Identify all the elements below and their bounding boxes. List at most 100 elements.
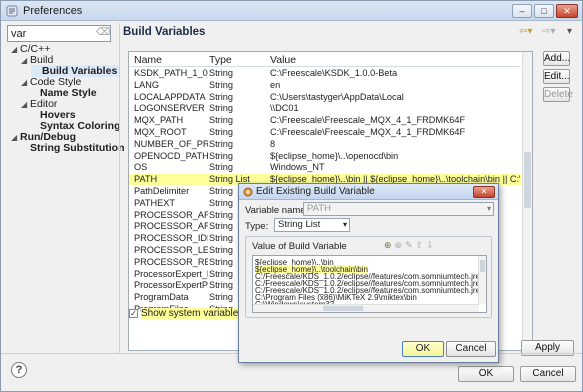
preferences-app-icon xyxy=(6,5,18,17)
move-down-icon[interactable]: ⇩ xyxy=(426,240,437,250)
column-header-type[interactable]: Type xyxy=(209,54,232,66)
chevron-down-icon: ▾ xyxy=(486,204,491,213)
values-vscrollbar[interactable] xyxy=(478,256,486,304)
tree-item-label: String Substitution xyxy=(30,142,125,154)
cell-name: PATHEXT xyxy=(134,197,176,208)
table-row[interactable]: KSDK_PATH_1_0_0_B...String C:\Freescale\K… xyxy=(129,68,521,79)
cell-name: ProgramData xyxy=(134,292,189,303)
move-up-icon[interactable]: ⇧ xyxy=(416,240,427,250)
help-icon[interactable]: ? xyxy=(11,362,27,378)
expand-arrow-icon[interactable]: ◢ xyxy=(21,100,30,109)
dialog-close-button[interactable]: ✕ xyxy=(473,186,495,198)
table-scroll-thumb[interactable] xyxy=(524,152,531,208)
minimize-button[interactable]: – xyxy=(512,4,532,18)
table-row[interactable]: LOGONSERVER String \\DC01 xyxy=(129,103,521,114)
type-value: String List xyxy=(278,219,321,230)
cell-name: ProcessorExpert_loc xyxy=(134,268,208,279)
expand-arrow-icon[interactable]: ◢ xyxy=(21,78,30,87)
title-bar: Preferences – □ ✕ xyxy=(1,1,582,21)
cell-value: en xyxy=(270,79,281,90)
delete-button[interactable]: Delete xyxy=(543,87,573,102)
table-header: Name Type Value xyxy=(129,52,521,67)
cell-name: NUMBER_OF_PROCE... xyxy=(134,138,208,149)
add-button[interactable]: Add... xyxy=(543,51,570,66)
dialog-title: Edit Existing Build Variable xyxy=(256,186,375,197)
cell-name: MQX_PATH xyxy=(134,115,184,126)
clear-filter-icon[interactable]: ⌫ xyxy=(96,27,110,39)
dialog-title-bar: Edit Existing Build Variable ✕ xyxy=(239,184,498,200)
filter-value: var xyxy=(11,28,27,40)
cell-name: LOGONSERVER xyxy=(134,103,205,114)
expand-arrow-icon[interactable]: ◢ xyxy=(21,56,30,65)
cell-value: \\DC01 xyxy=(270,103,299,114)
delete-item-icon[interactable]: ⊗ xyxy=(395,240,406,250)
cell-type: String xyxy=(209,91,234,102)
checkbox-label: Show system variables xyxy=(141,308,244,319)
list-toolbar: ⊕⊗✎⇧⇩ xyxy=(384,240,437,251)
table-row[interactable]: OS String Windows_NT xyxy=(129,162,521,173)
column-header-value[interactable]: Value xyxy=(270,54,296,66)
cell-type: String xyxy=(209,127,234,137)
dialog-cancel-button[interactable]: Cancel xyxy=(446,341,496,357)
table-row[interactable]: LANG String en xyxy=(129,80,521,91)
values-hscroll-thumb[interactable] xyxy=(323,306,363,311)
panel-splitter[interactable] xyxy=(119,23,120,353)
cell-value: C:\Freescale\Freescale_MQX_4_1_FRDMK64F xyxy=(270,127,466,137)
edit-button[interactable]: Edit... xyxy=(543,69,570,84)
forward-arrow-icon[interactable]: ⇨▾ xyxy=(542,26,555,37)
values-vscroll-thumb[interactable] xyxy=(480,260,485,272)
table-scrollbar[interactable] xyxy=(522,52,532,350)
cancel-button[interactable]: Cancel xyxy=(520,366,576,382)
cell-value: C:\Freescale\Freescale_MQX_4_1_FRDMK64F xyxy=(270,115,466,126)
values-list[interactable]: ${eclipse_home}\..\bin ${eclipse_home}\..… xyxy=(252,255,487,313)
view-menu-icon[interactable]: ▾ xyxy=(567,26,572,37)
cell-name: OS xyxy=(134,162,148,173)
cell-name: ProcessorExpertPath xyxy=(134,280,208,291)
cell-name: PROCESSOR_IDENTIF... xyxy=(134,233,208,244)
table-row[interactable]: NUMBER_OF_PROCE...String 8 xyxy=(129,139,521,150)
table-row[interactable]: MQX_ROOT String C:\Freescale\Freescale_MQX… xyxy=(129,127,521,138)
add-item-icon[interactable]: ⊕ xyxy=(384,240,395,250)
variable-name-value: PATH xyxy=(307,203,331,214)
maximize-button[interactable]: □ xyxy=(534,4,554,18)
cell-value: ${eclipse_home}\..\openocd\bin xyxy=(270,150,399,161)
variable-name-label: Variable name: xyxy=(245,205,309,216)
values-hscrollbar[interactable] xyxy=(253,304,479,312)
cell-name: LOCALAPPDATA xyxy=(134,91,206,102)
checkbox-box[interactable]: ✓ xyxy=(129,309,138,318)
page-title: Build Variables xyxy=(123,26,206,38)
expand-arrow-icon[interactable]: ◢ xyxy=(11,133,20,142)
ok-button[interactable]: OK xyxy=(458,366,514,382)
cell-name: KSDK_PATH_1_0_0_B... xyxy=(134,68,208,78)
value-group-title: Value of Build Variable xyxy=(252,241,347,252)
close-window-button[interactable]: ✕ xyxy=(556,4,578,18)
table-row[interactable]: OPENOCD_PATH String ${eclipse_home}\..\ope… xyxy=(129,151,521,162)
filter-input[interactable]: var ⌫ xyxy=(7,25,111,42)
cell-name: PROCESSOR_ARCHIT... xyxy=(134,221,208,232)
cell-name: PATH xyxy=(134,174,158,185)
edit-build-variable-dialog: Edit Existing Build Variable ✕ Variable … xyxy=(238,183,499,363)
cell-type: String xyxy=(209,79,234,90)
cell-name: PROCESSOR_REVISION xyxy=(134,256,208,267)
dialog-ok-button[interactable]: OK xyxy=(402,341,444,357)
expand-arrow-icon[interactable]: ◢ xyxy=(11,45,20,54)
page-header: Build Variables ⇦▾ ⇨▾ ▾ xyxy=(123,23,583,41)
cell-type: String xyxy=(209,103,234,114)
column-header-name[interactable]: Name xyxy=(134,54,162,66)
cell-name: LANG xyxy=(134,79,160,90)
table-row[interactable]: MQX_PATH String C:\Freescale\Freescale_MQX… xyxy=(129,115,521,126)
back-arrow-icon[interactable]: ⇦▾ xyxy=(519,26,532,37)
table-row[interactable]: LOCALAPPDATA String C:\Users\tastyger\AppD… xyxy=(129,92,521,103)
chevron-down-icon: ▾ xyxy=(342,220,347,229)
variable-name-field[interactable]: PATH ▾ xyxy=(303,202,494,216)
cell-value: C:\Users\tastyger\AppData\Local xyxy=(270,91,404,102)
window-title: Preferences xyxy=(23,5,83,17)
cell-type: String xyxy=(209,115,234,126)
cell-type: String xyxy=(209,150,234,161)
type-select[interactable]: String List ▾ xyxy=(274,218,350,232)
tree-item[interactable]: String Substitution xyxy=(21,142,125,154)
cell-value: C:\Freescale\KSDK_1.0.0-Beta xyxy=(270,68,398,78)
edit-item-icon[interactable]: ✎ xyxy=(405,240,416,250)
cell-type: String xyxy=(209,68,234,78)
type-label: Type: xyxy=(245,221,269,232)
